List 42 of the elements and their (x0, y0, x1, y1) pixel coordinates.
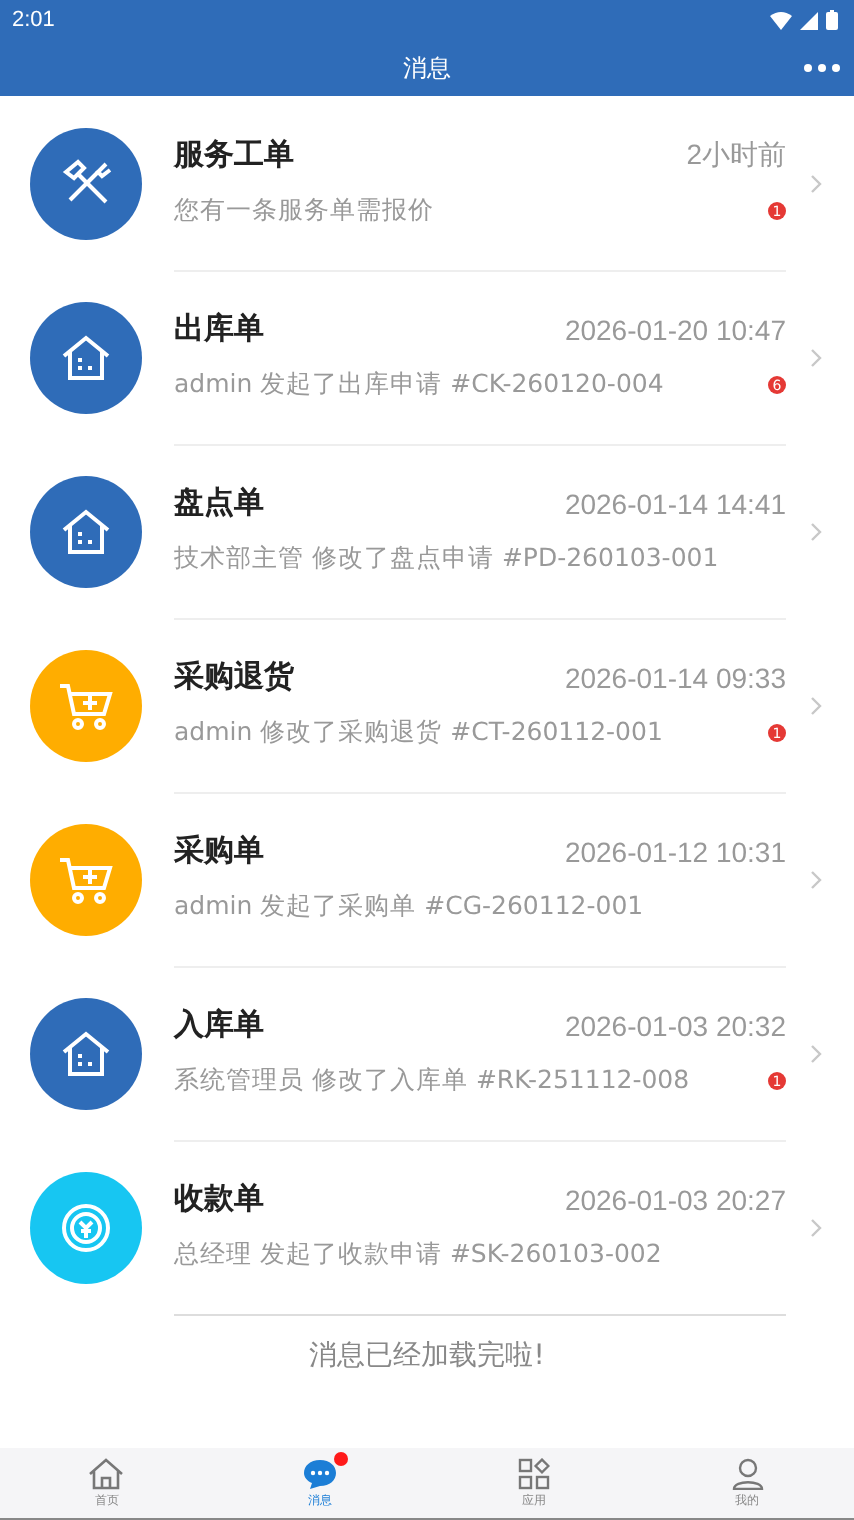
message-time: 2小时前 (686, 137, 786, 173)
message-item[interactable]: 收款单 2026-01-03 20:27 总经理 发起了收款申请 #SK-260103-002 (0, 1140, 854, 1314)
chevron-icon (810, 521, 822, 541)
chevron-icon (810, 695, 822, 715)
more-icon[interactable] (804, 64, 840, 72)
home-icon (88, 1457, 125, 1489)
wifi-icon (770, 11, 792, 29)
message-title: 收款单 (174, 1180, 264, 1218)
message-time: 2026-01-14 14:41 (564, 487, 786, 519)
message-time: 2026-01-20 10:47 (564, 313, 786, 345)
chevron-icon (810, 173, 822, 193)
message-title: 服务工单 (174, 136, 294, 174)
message-item[interactable]: 采购单 2026-01-12 10:31 admin 发起了采购单 #CG-260112-001 (0, 792, 854, 966)
page-title: 消息 (403, 51, 451, 85)
message-summary: 您有一条服务单需报价 (174, 194, 434, 228)
message-title: 采购单 (174, 832, 264, 870)
status-time: 2:01 (12, 8, 55, 32)
message-title: 采购退货 (174, 658, 294, 696)
message-summary: 系统管理员 修改了入库单 #RK-251112-008 (174, 1064, 690, 1098)
message-summary: admin 修改了采购退货 #CT-260112-001 (174, 716, 663, 750)
message-title: 盘点单 (174, 484, 264, 522)
chevron-icon (810, 869, 822, 889)
user-icon (731, 1457, 764, 1489)
message-time: 2026-01-03 20:27 (564, 1183, 786, 1215)
battery-icon (826, 10, 838, 30)
message-time: 2026-01-12 10:31 (564, 835, 786, 867)
message-title: 入库单 (174, 1006, 264, 1044)
chevron-icon (810, 1217, 822, 1237)
end-of-list-note: 消息已经加载完啦! (307, 1338, 547, 1374)
apps-icon (517, 1457, 550, 1489)
chat-icon (302, 1457, 339, 1489)
message-summary: admin 发起了出库申请 #CK-260120-004 (174, 368, 664, 402)
message-time: 2026-01-03 20:32 (564, 1009, 786, 1041)
message-title: 出库单 (174, 310, 264, 348)
chevron-icon (810, 1043, 822, 1063)
message-summary: 总经理 发起了收款申请 #SK-260103-002 (174, 1238, 662, 1272)
message-summary: admin 发起了采购单 #CG-260112-001 (174, 890, 644, 924)
message-item[interactable]: 盘点单 2026-01-14 14:41 技术部主管 修改了盘点申请 #PD-260103-001 (0, 444, 854, 618)
signal-icon (800, 11, 818, 29)
message-summary: 技术部主管 修改了盘点申请 #PD-260103-001 (174, 542, 719, 576)
chevron-icon (810, 347, 822, 367)
message-time: 2026-01-14 09:33 (564, 661, 786, 693)
